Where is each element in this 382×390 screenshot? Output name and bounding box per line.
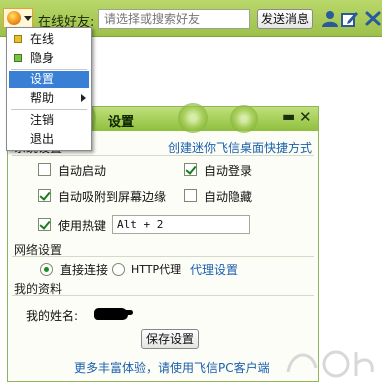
auto-hide-label: 自动隐藏 <box>204 190 253 204</box>
send-message-button[interactable]: 发送消息 <box>257 9 313 29</box>
my-name-label: 我的姓名: <box>26 309 79 323</box>
auto-hide-checkbox[interactable] <box>184 189 197 202</box>
menu-item-label: 隐身 <box>30 51 55 65</box>
menu-item-label: 退出 <box>30 132 55 146</box>
user-icon[interactable] <box>321 10 339 27</box>
chevron-down-icon <box>24 16 32 21</box>
edit-icon[interactable] <box>341 10 359 27</box>
menu-divider <box>11 109 87 110</box>
menu-item-label: 注销 <box>30 113 55 127</box>
submenu-arrow-icon <box>81 94 86 102</box>
menu-item-label: 设置 <box>30 72 55 86</box>
menu-item-exit[interactable]: 退出 <box>9 131 89 148</box>
auto-start-label: 自动启动 <box>58 164 107 178</box>
save-settings-button[interactable]: 保存设置 <box>141 329 199 349</box>
menu-item-logout[interactable]: 注销 <box>9 112 89 129</box>
status-avatar-icon <box>7 11 21 25</box>
hotkey-label: 使用热键 <box>58 219 107 233</box>
proxy-settings-link[interactable]: 代理设置 <box>190 261 238 278</box>
kiwi-decoration-icon <box>178 103 208 133</box>
auto-start-checkbox[interactable] <box>38 163 51 176</box>
direct-connect-radio[interactable] <box>40 263 53 276</box>
status-menu: 在线 隐身 设置 帮助 注销 退出 <box>6 27 92 151</box>
auto-dock-label: 自动吸附到屏幕边缘 <box>58 190 167 204</box>
pc-client-link[interactable]: 更多丰富体验，请使用飞信PC客户端 <box>74 359 270 376</box>
hotkey-input[interactable] <box>112 215 250 234</box>
menu-item-help[interactable]: 帮助 <box>9 90 89 107</box>
hotkey-checkbox[interactable] <box>38 218 51 231</box>
watermark-logo-icon <box>286 350 374 378</box>
panel-close-icon[interactable]: ✕ <box>299 108 312 126</box>
create-shortcut-link[interactable]: 创建迷你飞信桌面快捷方式 <box>168 139 312 156</box>
invisible-square-icon <box>14 54 22 62</box>
online-square-icon <box>14 35 22 43</box>
menu-item-settings[interactable]: 设置 <box>9 71 89 88</box>
http-proxy-radio[interactable] <box>112 263 125 276</box>
divider <box>12 295 314 296</box>
close-icon[interactable] <box>364 10 382 27</box>
auto-login-label: 自动登录 <box>204 164 253 178</box>
divider <box>12 155 314 156</box>
divider <box>12 256 314 257</box>
auto-dock-checkbox[interactable] <box>38 189 51 202</box>
status-dropdown-button[interactable] <box>3 8 33 28</box>
http-proxy-label: HTTP代理 <box>131 263 182 276</box>
menu-item-invisible[interactable]: 隐身 <box>9 50 89 67</box>
auto-login-checkbox[interactable] <box>184 163 197 176</box>
kiwi-decoration-icon <box>230 105 258 133</box>
menu-item-label: 在线 <box>30 32 55 46</box>
friend-search-input[interactable] <box>98 9 250 29</box>
menu-item-online[interactable]: 在线 <box>9 31 89 48</box>
settings-panel-title: 设置 <box>108 115 135 130</box>
minimize-icon[interactable]: ▬ <box>282 109 295 125</box>
menu-item-label: 帮助 <box>30 91 55 105</box>
menu-divider <box>11 69 87 70</box>
redacted-name <box>94 308 133 320</box>
direct-connect-label: 直接连接 <box>60 263 109 277</box>
